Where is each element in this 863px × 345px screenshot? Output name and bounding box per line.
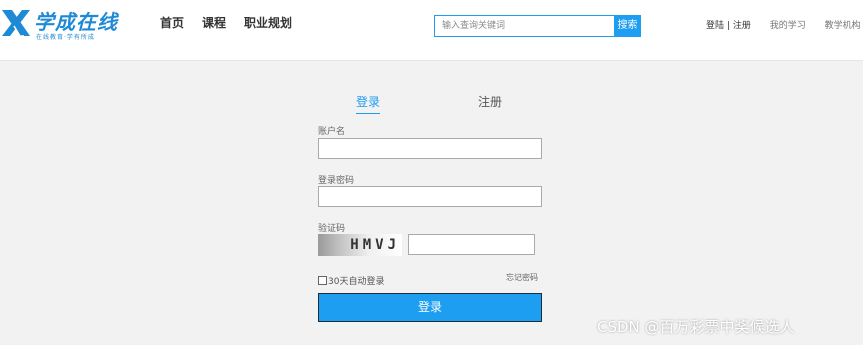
captcha-label: 验证码 [318, 224, 346, 234]
tab-login[interactable]: 登录 [356, 93, 381, 114]
top-register-link[interactable]: 注册 [733, 21, 751, 31]
remember-checkbox[interactable] [318, 276, 327, 285]
main-nav: 首页 课程 职业规划 [160, 14, 292, 31]
search-input[interactable] [434, 15, 615, 37]
tab-register[interactable]: 注册 [478, 93, 502, 110]
top-links: 登陆 | 注册 我的学习 教学机构 [706, 18, 861, 31]
teaching-org-link[interactable]: 教学机构 [825, 21, 861, 31]
search-bar: 搜索 [434, 15, 641, 37]
top-login-link[interactable]: 登陆 [706, 21, 724, 31]
site-logo[interactable]: 学成在线 在线教育·学有所成 [0, 6, 130, 42]
password-label: 登录密码 [318, 176, 355, 186]
my-learning-link[interactable]: 我的学习 [770, 21, 806, 31]
remember-me[interactable]: 30天自动登录 [318, 274, 384, 287]
watermark: CSDN @百万彩票中奖候选人 [597, 318, 795, 336]
logo-slogan: 在线教育·学有所成 [36, 34, 95, 41]
search-button[interactable]: 搜索 [614, 15, 641, 37]
login-submit-button[interactable]: 登录 [318, 293, 542, 322]
account-label: 账户名 [318, 127, 346, 137]
password-input[interactable] [318, 186, 542, 207]
remember-label: 30天自动登录 [328, 277, 385, 287]
forgot-password-link[interactable]: 忘记密码 [506, 272, 538, 283]
captcha-input[interactable] [408, 234, 535, 255]
nav-item-career-planning[interactable]: 职业规划 [244, 14, 292, 31]
logo-title: 学成在线 [34, 10, 118, 34]
nav-item-courses[interactable]: 课程 [202, 14, 226, 31]
nav-item-home[interactable]: 首页 [160, 14, 184, 31]
auth-tabs: 登录 注册 [356, 93, 506, 114]
captcha-image[interactable]: HMVJ [318, 234, 402, 256]
top-link-separator: | [726, 21, 730, 31]
site-header: 学成在线 在线教育·学有所成 首页 课程 职业规划 搜索 登陆 | 注册 我的学… [0, 0, 863, 61]
account-input[interactable] [318, 138, 542, 159]
logo-x-icon [2, 10, 30, 37]
